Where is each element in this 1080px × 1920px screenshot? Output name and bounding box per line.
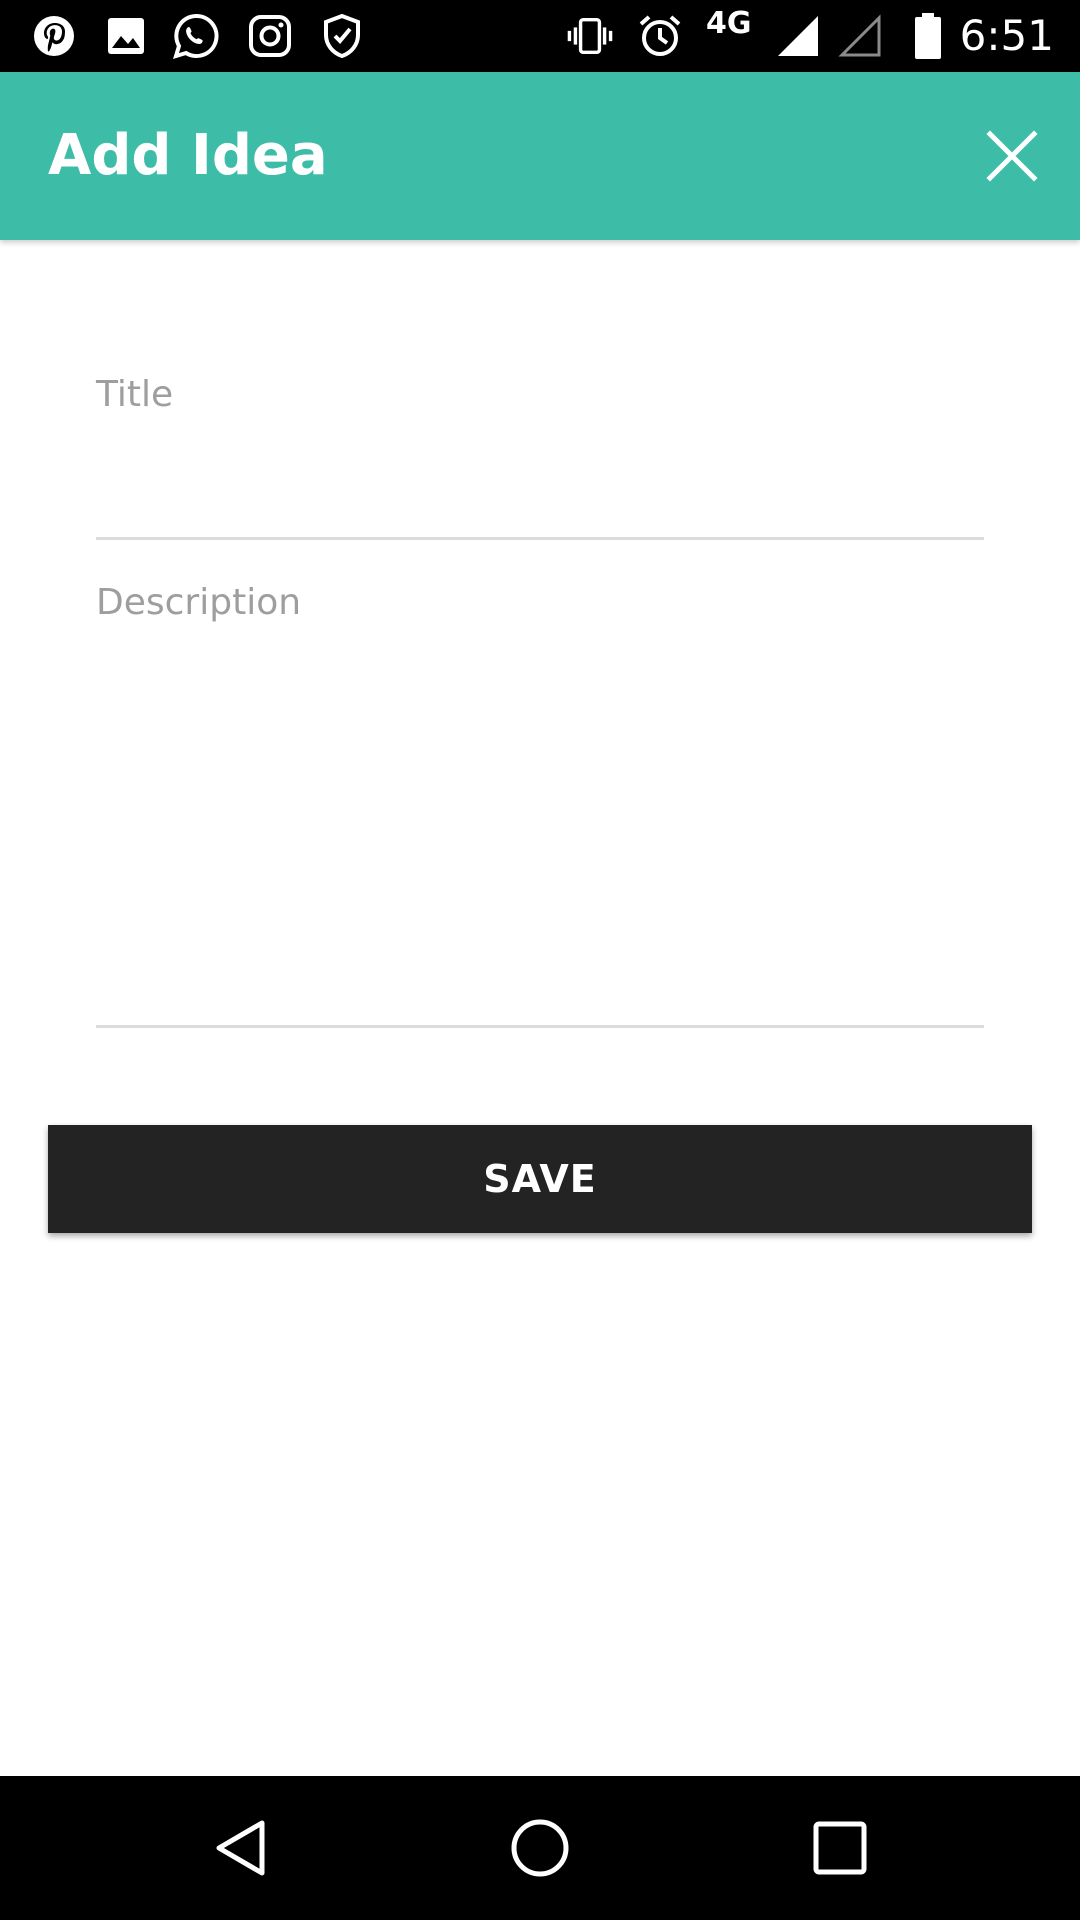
close-button[interactable] (972, 116, 1052, 196)
home-button[interactable] (500, 1812, 580, 1884)
add-idea-screen: 4G 6:51 Add Idea Title Description SAVE (0, 0, 1080, 1920)
vibrate-icon (566, 12, 614, 60)
title-label: Title (96, 374, 174, 415)
navigation-bar (0, 1776, 1080, 1920)
description-input[interactable] (96, 628, 984, 1008)
signal-icon (774, 12, 822, 60)
pinterest-icon (30, 12, 78, 60)
recents-icon (813, 1821, 867, 1875)
shield-check-icon (318, 12, 366, 60)
back-button[interactable] (200, 1812, 280, 1884)
alarm-icon (636, 12, 684, 60)
close-icon (986, 130, 1038, 182)
whatsapp-icon (172, 12, 220, 60)
page-title: Add Idea (48, 123, 328, 188)
status-time: 6:51 (959, 11, 1054, 60)
title-input[interactable] (96, 420, 984, 480)
network-type-label: 4G (706, 6, 752, 41)
battery-icon (904, 12, 952, 60)
signal-empty-icon (836, 12, 884, 60)
instagram-icon (246, 12, 294, 60)
status-bar: 4G 6:51 (0, 0, 1080, 72)
title-underline (96, 537, 984, 540)
app-bar: Add Idea (0, 72, 1080, 240)
title-field: Title (96, 360, 984, 540)
image-icon (102, 12, 150, 60)
recents-button[interactable] (800, 1812, 880, 1884)
back-icon (216, 1820, 265, 1876)
home-icon (511, 1819, 569, 1877)
description-label: Description (96, 582, 302, 623)
description-underline (96, 1025, 984, 1028)
save-button[interactable]: SAVE (48, 1125, 1032, 1233)
description-field: Description (96, 568, 984, 1028)
